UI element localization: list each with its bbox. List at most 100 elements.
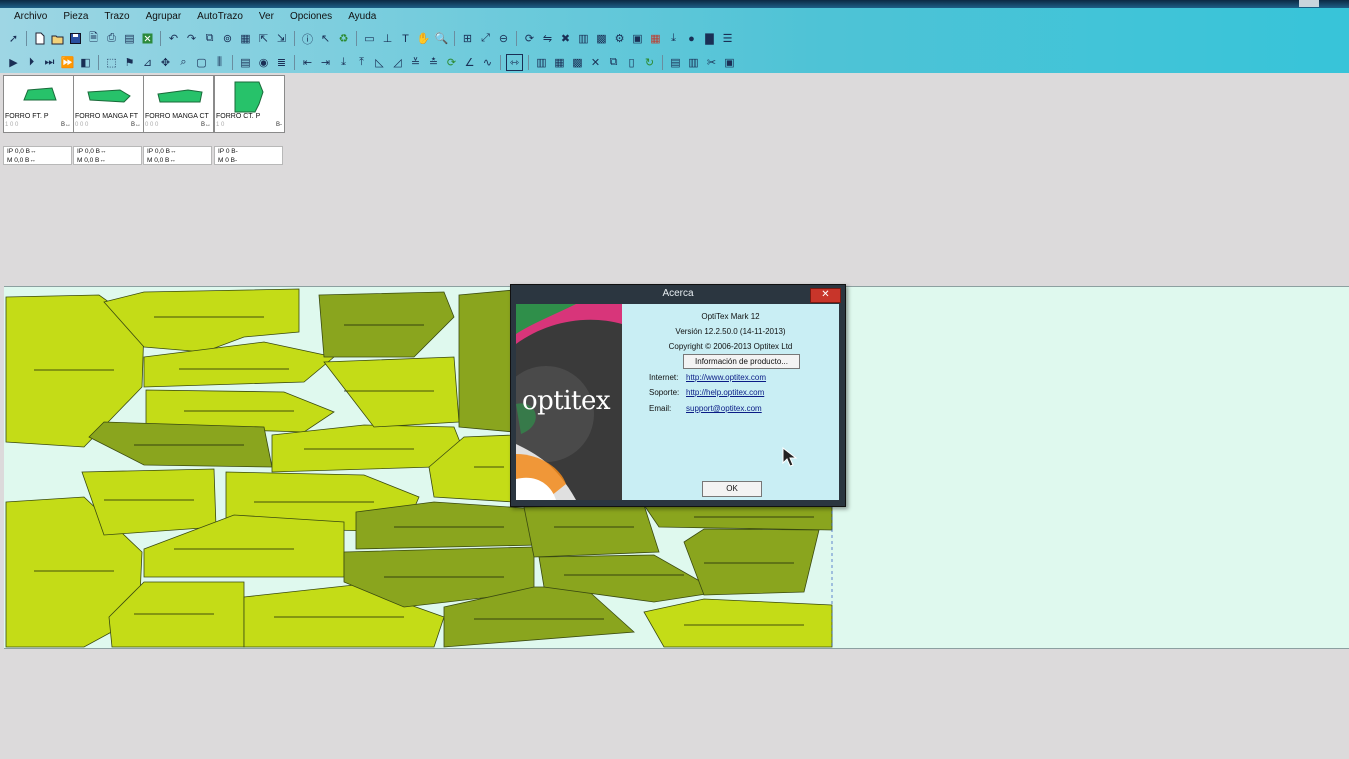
open-folder-icon[interactable]: [50, 31, 65, 46]
piece-badge: B↔: [60, 122, 71, 128]
nest-icon[interactable]: ▥: [576, 31, 591, 46]
fit-icon[interactable]: ⤢: [478, 31, 493, 46]
internet-link[interactable]: http://www.optitex.com: [686, 373, 766, 382]
dialog-close-button[interactable]: ✕: [810, 288, 841, 303]
doc-icon[interactable]: ▯: [624, 55, 639, 70]
slope2-icon[interactable]: ◿: [390, 55, 405, 70]
copy-layout-icon[interactable]: ⧉: [606, 55, 621, 70]
box-icon[interactable]: ▢: [194, 55, 209, 70]
sheet-icon[interactable]: ▤: [668, 55, 683, 70]
redo-icon[interactable]: ↷: [184, 31, 199, 46]
zoom-icon[interactable]: 🔍: [434, 31, 449, 46]
product-name: OptiTex Mark 12: [701, 312, 760, 321]
new-file-icon[interactable]: [32, 31, 47, 46]
product-info-button[interactable]: Información de producto...: [683, 354, 800, 369]
export-icon[interactable]: 🗎: [86, 31, 101, 46]
binoculars-icon[interactable]: ⊚: [220, 31, 235, 46]
move-icon[interactable]: ✥: [158, 55, 173, 70]
layout3-icon[interactable]: ▩: [570, 55, 585, 70]
menu-trazo[interactable]: Trazo: [96, 9, 137, 25]
import-icon[interactable]: ⇱: [256, 31, 271, 46]
split-icon[interactable]: ⫼: [212, 55, 227, 70]
search-piece-icon[interactable]: ⌕: [176, 55, 191, 70]
close-window-button[interactable]: [1299, 0, 1319, 7]
flip-icon[interactable]: ⇋: [540, 31, 555, 46]
text-icon[interactable]: T: [398, 31, 413, 46]
grid-icon[interactable]: ▩: [594, 31, 609, 46]
frame-icon[interactable]: ◧: [78, 55, 93, 70]
menu-opciones[interactable]: Opciones: [282, 9, 340, 25]
align-left-icon[interactable]: ⇤: [300, 55, 315, 70]
select-area-icon[interactable]: ⬚: [104, 55, 119, 70]
stack-icon[interactable]: ≚: [408, 55, 423, 70]
report-icon[interactable]: ▦: [238, 31, 253, 46]
piece-card-forro-manga-ft[interactable]: FORRO MANGA FT 0 0 0 B↔: [73, 75, 144, 133]
layout-icon[interactable]: ▥: [534, 55, 549, 70]
align-down-icon[interactable]: ⤓: [336, 55, 351, 70]
support-link[interactable]: http://help.optitex.com: [686, 388, 764, 397]
table-icon[interactable]: ▤: [238, 55, 253, 70]
sheet2-icon[interactable]: ▥: [686, 55, 701, 70]
list-icon[interactable]: ≣: [274, 55, 289, 70]
slope-icon[interactable]: ◺: [372, 55, 387, 70]
about-dialog: Acerca ✕ optitex OptiTex Mark 12 Versión…: [510, 284, 846, 507]
menu-agrupar[interactable]: Agrupar: [138, 9, 190, 25]
angle-icon[interactable]: ∠: [462, 55, 477, 70]
reload-icon[interactable]: ↻: [642, 55, 657, 70]
stack2-icon[interactable]: ≛: [426, 55, 441, 70]
save-icon[interactable]: [68, 31, 83, 46]
align-up-icon[interactable]: ⤒: [354, 55, 369, 70]
rank-icon[interactable]: ⤓: [666, 31, 681, 46]
fabric-icon[interactable]: ▦: [648, 31, 663, 46]
rotate-icon[interactable]: ⟳: [522, 31, 537, 46]
layout2-icon[interactable]: ▦: [552, 55, 567, 70]
recycle-icon[interactable]: ♻: [336, 31, 351, 46]
email-link[interactable]: support@optitex.com: [686, 404, 762, 413]
export-piece-icon[interactable]: ⇲: [274, 31, 289, 46]
hand-icon[interactable]: ✋: [416, 31, 431, 46]
info-icon[interactable]: ⓘ: [300, 31, 315, 46]
piece-badge: B-: [276, 122, 282, 128]
curve-icon[interactable]: ∿: [480, 55, 495, 70]
piece-card-forro-ft[interactable]: FORRO FT. P 1 0 0 B↔: [3, 75, 74, 133]
drop-icon[interactable]: ●: [684, 31, 699, 46]
menu-ver[interactable]: Ver: [251, 9, 282, 25]
zoom-out-icon[interactable]: ⊖: [496, 31, 511, 46]
scissors-icon[interactable]: ✂: [704, 55, 719, 70]
copy-icon[interactable]: ⧉: [202, 31, 217, 46]
pointer-icon[interactable]: ➚: [6, 31, 21, 46]
help-pointer-icon[interactable]: ↖: [318, 31, 333, 46]
refresh-green-icon[interactable]: ⟳: [444, 55, 459, 70]
align-right-icon[interactable]: ⇥: [318, 55, 333, 70]
print-icon[interactable]: ⎙: [104, 31, 119, 46]
pattern-icon[interactable]: ▣: [630, 31, 645, 46]
ok-button[interactable]: OK: [702, 481, 762, 497]
play-icon[interactable]: ▶: [6, 55, 21, 70]
play-end-icon[interactable]: ⏩: [60, 55, 75, 70]
play-step-icon[interactable]: ⏵: [24, 55, 39, 70]
dim-icon[interactable]: ⊿: [140, 55, 155, 70]
chart-icon[interactable]: ▇: [702, 31, 717, 46]
group-icon[interactable]: ⊞: [460, 31, 475, 46]
piece-card-forro-manga-ct[interactable]: FORRO MANGA CT 0 0 0 B↔: [143, 75, 214, 133]
plot-icon[interactable]: ▤: [122, 31, 137, 46]
menu-ayuda[interactable]: Ayuda: [340, 9, 384, 25]
cancel-icon[interactable]: ✕: [588, 55, 603, 70]
menu-autotrazo[interactable]: AutoTrazo: [189, 9, 251, 25]
ruler-icon[interactable]: ▭: [362, 31, 377, 46]
menu-archivo[interactable]: Archivo: [6, 9, 55, 25]
play-next-icon[interactable]: ⏭: [42, 55, 57, 70]
layers-icon[interactable]: ☰: [720, 31, 735, 46]
delete-piece-icon[interactable]: ✖: [558, 31, 573, 46]
measure-icon[interactable]: ⊥: [380, 31, 395, 46]
join-icon[interactable]: ⇿: [506, 54, 523, 71]
stats-icon[interactable]: ◉: [256, 55, 271, 70]
menu-pieza[interactable]: Pieza: [55, 9, 96, 25]
main-toolbar: ➚ 🗎 ⎙ ▤ ↶ ↷ ⧉ ⊚ ▦ ⇱ ⇲ ⓘ ↖ ♻ ▭ ⊥ T ✋ 🔍 ⊞ …: [6, 31, 735, 46]
marker-icon[interactable]: ⚑: [122, 55, 137, 70]
piece-card-forro-ct[interactable]: FORRO CT. P 1 0 B-: [214, 75, 285, 133]
auto-nest-icon[interactable]: ⚙: [612, 31, 627, 46]
marker-box-icon[interactable]: ▣: [722, 55, 737, 70]
excel-icon[interactable]: [140, 31, 155, 46]
undo-icon[interactable]: ↶: [166, 31, 181, 46]
